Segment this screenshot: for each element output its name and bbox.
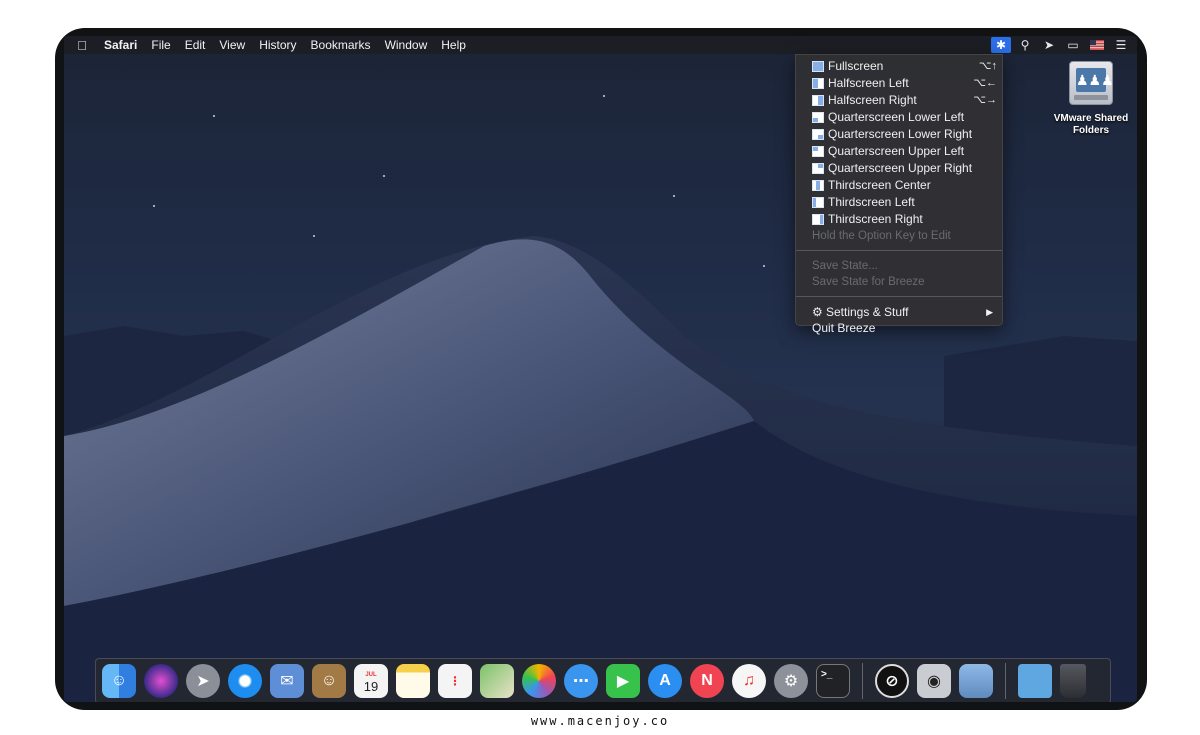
location-icon[interactable]: ➤ xyxy=(1039,37,1059,53)
menu-item-label: Thirdscreen Right xyxy=(828,212,923,226)
menu-separator xyxy=(796,296,1002,297)
layout-half-right-icon xyxy=(812,95,824,106)
menu-file[interactable]: File xyxy=(144,36,177,54)
apple-logo-icon[interactable]:  xyxy=(64,38,100,53)
menu-separator xyxy=(796,250,1002,251)
status-menu-area: ✱ ⚲ ➤ ▭ ☰ xyxy=(991,36,1131,54)
shortcut-label: ⌥↑ xyxy=(978,60,997,72)
menu-item-quarter-lower-right[interactable]: Quarterscreen Lower Right xyxy=(796,126,1002,143)
menu-item-halfscreen-right[interactable]: Halfscreen Right ⌥→ xyxy=(796,92,1002,109)
menu-window[interactable]: Window xyxy=(378,36,435,54)
menu-item-quarter-lower-left[interactable]: Quarterscreen Lower Left xyxy=(796,109,1002,126)
display-mirroring-icon[interactable]: ▭ xyxy=(1063,37,1083,53)
menu-edit[interactable]: Edit xyxy=(178,36,213,54)
layout-quarter-lower-left-icon xyxy=(812,112,824,123)
menu-item-label: Halfscreen Left xyxy=(828,76,909,90)
layout-fullscreen-icon xyxy=(812,61,824,72)
menu-item-label: Halfscreen Right xyxy=(828,93,917,107)
menu-item-label: Quarterscreen Upper Left xyxy=(828,144,965,158)
maps-icon[interactable] xyxy=(480,664,514,698)
reminders-icon[interactable]: ⋮ xyxy=(438,664,472,698)
downloads-folder-icon[interactable] xyxy=(1018,664,1052,698)
menu-item-third-left[interactable]: Thirdscreen Left xyxy=(796,194,1002,211)
menu-item-quarter-upper-left[interactable]: Quarterscreen Upper Left xyxy=(796,143,1002,160)
breeze-icon[interactable]: ✱ xyxy=(991,37,1011,53)
menu-item-third-center[interactable]: Thirdscreen Center xyxy=(796,177,1002,194)
menu-item-label: Quarterscreen Lower Right xyxy=(828,127,973,141)
menu-app-name[interactable]: Safari xyxy=(100,36,144,54)
menu-item-label: Settings & Stuff xyxy=(826,305,909,319)
menu-item-save-state-breeze: Save State for Breeze xyxy=(812,276,925,288)
terminal-icon[interactable]: >_ xyxy=(816,664,850,698)
layout-quarter-lower-right-icon xyxy=(812,129,824,140)
calendar-icon[interactable]: JUL 19 xyxy=(354,664,388,698)
calendar-day: 19 xyxy=(363,679,379,694)
layout-quarter-upper-right-icon xyxy=(812,163,824,174)
dock-separator xyxy=(862,663,863,699)
preview-icon[interactable] xyxy=(959,664,993,698)
dock-separator xyxy=(1005,663,1006,699)
menu-item-fullscreen[interactable]: Fullscreen ⌥↑ xyxy=(796,58,1002,75)
launchpad-icon[interactable]: ➤ xyxy=(186,664,220,698)
menu-item-label: Thirdscreen Left xyxy=(828,195,915,209)
facetime-icon[interactable]: ▶ xyxy=(606,664,640,698)
finder-icon[interactable]: ☺ xyxy=(102,664,136,698)
option-key-hint: Hold the Option Key to Edit xyxy=(812,230,951,242)
menu-item-label: Quarterscreen Lower Left xyxy=(828,110,965,124)
notes-icon[interactable] xyxy=(396,664,430,698)
menu-item-label: Thirdscreen Center xyxy=(828,178,931,192)
messages-icon[interactable]: ⋯ xyxy=(564,664,598,698)
menu-history[interactable]: History xyxy=(252,36,303,54)
menu-item-quit[interactable]: Quit Breeze xyxy=(796,320,1002,336)
menu-item-third-right[interactable]: Thirdscreen Right xyxy=(796,211,1002,228)
dock: ☺ ➤ ✦ ✉ ☺ JUL 19 ⋮ ⋯ ▶ A N ♫ ⚙ >_ ⊘ ◉ xyxy=(95,658,1111,702)
layout-third-right-icon xyxy=(812,214,824,225)
siri-icon[interactable] xyxy=(144,664,178,698)
breeze-dropdown-menu: Fullscreen ⌥↑ Halfscreen Left ⌥← Halfscr… xyxy=(795,54,1003,335)
mail-icon[interactable]: ✉ xyxy=(270,664,304,698)
drive-label: VMware Shared Folders xyxy=(1053,113,1129,136)
layout-third-left-icon xyxy=(812,197,824,208)
layout-third-center-icon xyxy=(812,180,824,191)
submenu-arrow-icon: ▶ xyxy=(986,307,993,317)
network-drive-icon: ♟♟♟ xyxy=(1069,61,1114,105)
menu-item-halfscreen-left[interactable]: Halfscreen Left ⌥← xyxy=(796,75,1002,92)
menu-item-label: Fullscreen xyxy=(828,59,884,73)
safari-icon[interactable]: ✦ xyxy=(228,664,262,698)
itunes-icon[interactable]: ♫ xyxy=(732,664,766,698)
shortcut-label: ⌥← xyxy=(973,77,997,89)
contacts-icon[interactable]: ☺ xyxy=(312,664,346,698)
desktop-screen:  Safari File Edit View History Bookmark… xyxy=(64,36,1137,702)
vmware-shared-folders-drive[interactable]: ♟♟♟ VMware Shared Folders xyxy=(1052,61,1130,137)
trash-icon[interactable] xyxy=(1060,664,1086,698)
shortcut-label: ⌥→ xyxy=(973,94,997,106)
system-preferences-icon[interactable]: ⚙ xyxy=(774,664,808,698)
menu-bar:  Safari File Edit View History Bookmark… xyxy=(64,36,1137,54)
notification-center-icon[interactable]: ☰ xyxy=(1111,37,1131,53)
watermark: www.macenjoy.co xyxy=(530,714,670,728)
menu-item-label: Quarterscreen Upper Right xyxy=(828,161,973,175)
app-store-icon[interactable]: A xyxy=(648,664,682,698)
menu-view[interactable]: View xyxy=(212,36,252,54)
gear-icon: ⚙ xyxy=(812,305,823,319)
breeze-app-icon[interactable]: ⊘ xyxy=(875,664,909,698)
us-flag-input-icon[interactable] xyxy=(1087,37,1107,53)
menu-item-save-state: Save State... xyxy=(812,260,878,272)
layout-half-left-icon xyxy=(812,78,824,89)
news-icon[interactable]: N xyxy=(690,664,724,698)
photos-icon[interactable] xyxy=(522,664,556,698)
midi-setup-icon[interactable]: ◉ xyxy=(917,664,951,698)
layout-quarter-upper-left-icon xyxy=(812,146,824,157)
menu-item-settings[interactable]: ⚙ Settings & Stuff ▶ xyxy=(796,304,1002,320)
menu-bookmarks[interactable]: Bookmarks xyxy=(304,36,378,54)
spotlight-search-icon[interactable]: ⚲ xyxy=(1015,37,1035,53)
menu-item-quarter-upper-right[interactable]: Quarterscreen Upper Right xyxy=(796,160,1002,177)
menu-help[interactable]: Help xyxy=(434,36,473,54)
